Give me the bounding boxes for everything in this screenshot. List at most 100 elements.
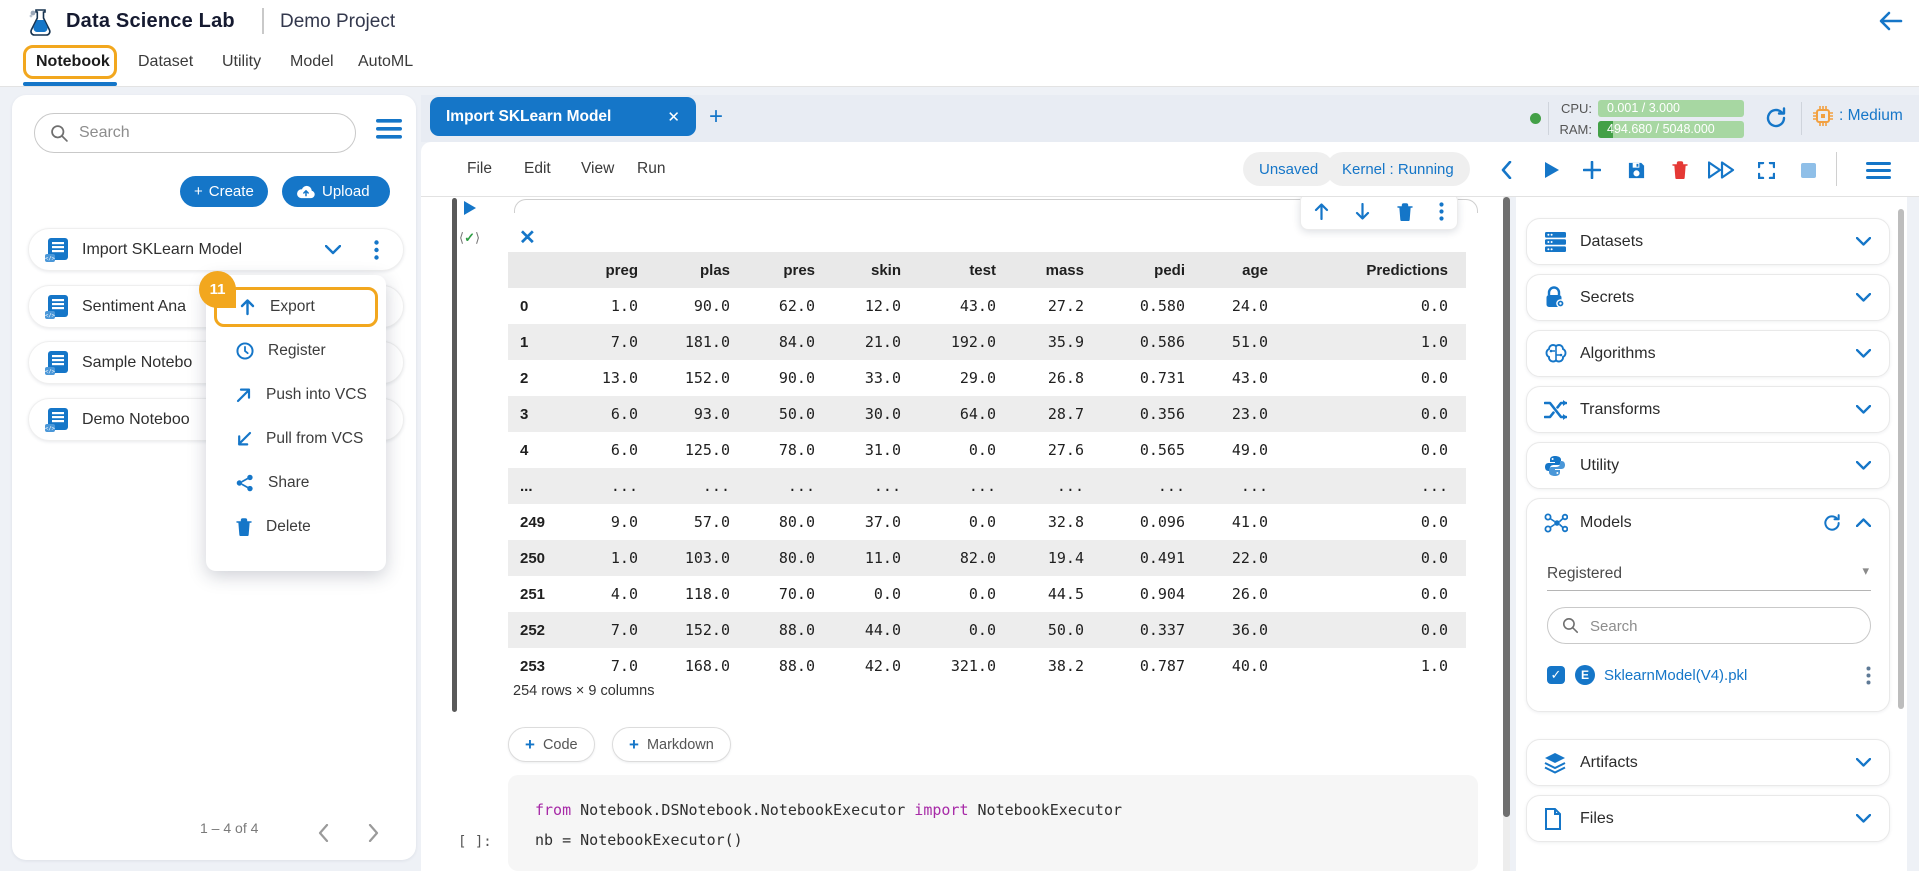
panel-section-transforms[interactable]: Transforms: [1526, 386, 1890, 433]
model-type-badge: E: [1575, 665, 1595, 685]
main-scrollbar-thumb[interactable]: [1503, 197, 1510, 817]
panel-section-utility[interactable]: Utility: [1526, 442, 1890, 489]
models-search-input[interactable]: [1590, 614, 1840, 638]
instance-size-label: : Medium: [1839, 107, 1903, 125]
kernel-status-badge[interactable]: Kernel : Running: [1326, 152, 1470, 186]
open-notebook-tab[interactable]: Import SKLearn Model ✕: [430, 97, 696, 136]
delete-cell-trash-icon[interactable]: [1665, 155, 1695, 185]
context-menu-pull-vcs[interactable]: Pull from VCS: [214, 419, 378, 459]
cell-execution-prompt: [ ]:: [458, 834, 492, 850]
table-cell: 0.0: [1286, 432, 1466, 468]
nav-tab-automl[interactable]: AutoML: [358, 53, 413, 71]
kebab-menu-icon[interactable]: [374, 240, 379, 260]
table-cell: 42.0: [833, 648, 919, 684]
add-cell-icon[interactable]: [1577, 155, 1607, 185]
panel-section-models: Models Registered ▾ ✓ E SklearnModel(V4)…: [1526, 498, 1890, 712]
pagination-next-icon[interactable]: [368, 824, 379, 842]
add-markdown-cell-button[interactable]: +Markdown: [612, 727, 731, 762]
model-type-select[interactable]: Registered ▾: [1547, 561, 1871, 591]
table-cell: 0.356: [1102, 396, 1203, 432]
trash-icon: [236, 518, 252, 536]
run-cell-icon[interactable]: [1537, 155, 1567, 185]
back-arrow-icon[interactable]: [1877, 7, 1905, 35]
table-cell: 1.0: [568, 540, 656, 576]
output-close-icon[interactable]: ✕: [519, 225, 536, 250]
models-refresh-icon[interactable]: [1822, 513, 1842, 533]
code-line: from Notebook.DSNotebook.NotebookExecuto…: [535, 801, 1122, 819]
main-scrollbar-track[interactable]: [1503, 197, 1510, 871]
tab-close-icon[interactable]: ✕: [667, 108, 680, 126]
save-notebook-icon[interactable]: [1621, 155, 1651, 185]
pagination-prev-icon[interactable]: [318, 824, 329, 842]
table-cell: 4.0: [568, 576, 656, 612]
move-cell-down-icon[interactable]: [1355, 203, 1370, 220]
notebook-menu-icon[interactable]: [1863, 155, 1893, 185]
fullscreen-icon[interactable]: [1751, 155, 1781, 185]
create-button[interactable]: +Create: [180, 176, 268, 207]
add-code-cell-button[interactable]: +Code: [508, 727, 595, 762]
stop-kernel-icon[interactable]: [1793, 155, 1823, 185]
table-cell: 168.0: [656, 648, 748, 684]
context-menu-register[interactable]: Register: [214, 331, 378, 371]
table-cell: 50.0: [748, 396, 833, 432]
panel-section-artifacts[interactable]: Artifacts: [1526, 739, 1890, 786]
upload-button[interactable]: Upload: [282, 176, 390, 207]
table-cell: 57.0: [656, 504, 748, 540]
cell-toolbar: [1300, 197, 1458, 230]
panel-section-files[interactable]: Files: [1526, 795, 1890, 842]
chevron-up-icon[interactable]: [1856, 518, 1871, 527]
instance-size-selector[interactable]: : Medium: [1813, 106, 1903, 126]
panel-scrollbar-thumb[interactable]: [1898, 209, 1904, 709]
nav-tab-utility[interactable]: Utility: [222, 53, 261, 71]
cell-run-icon[interactable]: [463, 200, 477, 216]
table-cell: 51.0: [1203, 324, 1286, 360]
context-menu-push-vcs[interactable]: Push into VCS: [214, 375, 378, 415]
chevron-left-icon[interactable]: [1491, 155, 1521, 185]
model-checkbox[interactable]: ✓: [1547, 666, 1565, 684]
models-search[interactable]: [1547, 607, 1871, 644]
search-input[interactable]: [79, 121, 339, 145]
nav-tab-notebook[interactable]: Notebook: [36, 53, 110, 71]
table-cell: 32.8: [1014, 504, 1102, 540]
sidebar-item-import-sklearn-model[interactable]: </> Import SKLearn Model: [28, 228, 404, 271]
refresh-resources-icon[interactable]: [1764, 106, 1788, 130]
divider: [1801, 102, 1802, 135]
move-cell-up-icon[interactable]: [1314, 203, 1329, 220]
table-cell: 70.0: [748, 576, 833, 612]
table-cell: 0.0: [1286, 288, 1466, 324]
panel-section-datasets[interactable]: Datasets: [1526, 218, 1890, 265]
context-menu-export[interactable]: 11 Export: [214, 287, 378, 327]
menu-view[interactable]: View: [581, 160, 614, 178]
unsaved-badge[interactable]: Unsaved: [1243, 152, 1334, 186]
table-row: ..............................: [508, 468, 1466, 504]
run-all-icon[interactable]: [1707, 155, 1737, 185]
context-menu-share[interactable]: Share: [214, 463, 378, 503]
model-kebab-icon[interactable]: [1866, 666, 1871, 685]
nav-tab-dataset[interactable]: Dataset: [138, 53, 193, 71]
cell-more-options-icon[interactable]: [1439, 202, 1444, 221]
table-cell: 23.0: [1203, 396, 1286, 432]
chevron-down-icon[interactable]: [325, 245, 341, 255]
delete-cell-icon[interactable]: [1397, 203, 1413, 221]
menu-edit[interactable]: Edit: [524, 160, 551, 178]
model-file-link[interactable]: SklearnModel(V4).pkl: [1604, 667, 1747, 684]
menu-run[interactable]: Run: [637, 160, 665, 178]
notebook-icon: </>: [45, 237, 69, 263]
new-tab-icon[interactable]: +: [709, 103, 723, 131]
ram-usage-bar: 494.680 / 5048.000: [1598, 121, 1744, 138]
panel-section-secrets[interactable]: Secrets: [1526, 274, 1890, 321]
menu-file[interactable]: File: [467, 160, 492, 178]
sidebar-item-label: Sentiment Ana: [82, 298, 186, 316]
sidebar-menu-icon[interactable]: [376, 119, 402, 139]
table-cell: 4: [508, 432, 568, 468]
svg-text:</>: </>: [45, 426, 56, 432]
panel-section-algorithms[interactable]: Algorithms: [1526, 330, 1890, 377]
code-cell-editor[interactable]: [508, 775, 1478, 871]
context-menu-delete[interactable]: Delete: [214, 507, 378, 547]
models-section-header[interactable]: Models: [1527, 499, 1889, 546]
nav-tab-model[interactable]: Model: [290, 53, 334, 71]
table-cell: 0.0: [1286, 504, 1466, 540]
code-line: nb = NotebookExecutor(): [535, 831, 743, 849]
sidebar-search[interactable]: [34, 113, 356, 153]
table-cell: 0.0: [919, 504, 1014, 540]
